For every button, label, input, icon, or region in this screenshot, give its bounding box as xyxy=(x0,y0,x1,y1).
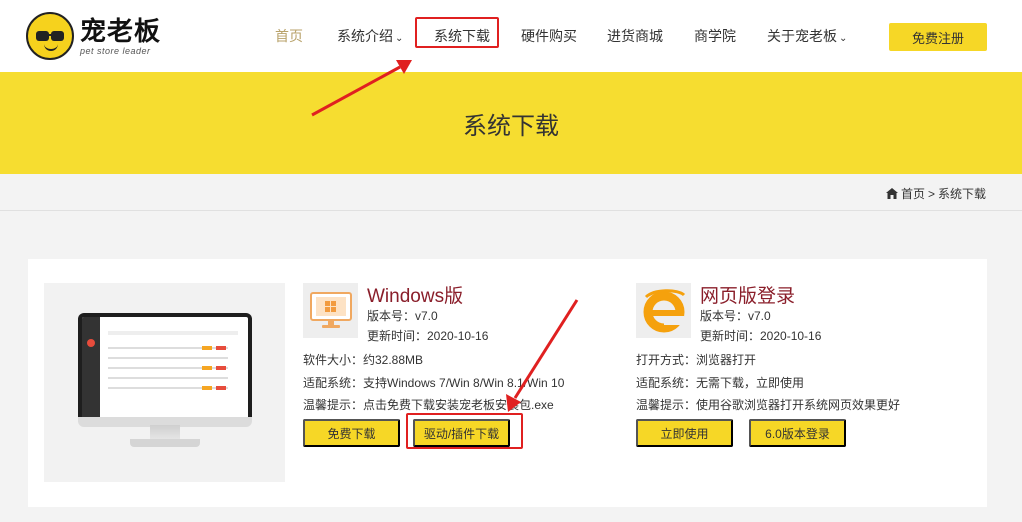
nav-item-about[interactable]: 关于宠老板 ⌄ xyxy=(767,26,847,46)
use-now-button[interactable]: 立即使用 xyxy=(636,419,733,447)
page-banner: 系统下载 xyxy=(0,72,1022,174)
breadcrumb: 首页 > 系统下载 xyxy=(885,185,986,202)
chevron-down-icon: ⌄ xyxy=(839,33,848,44)
windows-monitor-icon xyxy=(303,283,358,338)
ie-browser-icon xyxy=(636,283,691,338)
web-compat: 适配系统：无需下载，立即使用 xyxy=(636,376,805,390)
nav-item-label: 关于宠老板 xyxy=(767,28,837,44)
windows-updated: 更新时间：2020-10-16 xyxy=(367,329,489,343)
windows-tip: 温馨提示：点击免费下载安装宠老板安装包.exe xyxy=(303,398,554,412)
brand-logo[interactable]: 宠老板 pet store leader xyxy=(26,11,176,61)
software-preview-image xyxy=(44,283,285,482)
web-tip: 温馨提示：使用谷歌浏览器打开系统网页效果更好 xyxy=(636,398,901,412)
annotation-box-nav xyxy=(415,17,499,48)
brand-title: 宠老板 xyxy=(80,16,162,46)
nav-item-academy[interactable]: 商学院 xyxy=(694,26,736,46)
windows-compat: 适配系统：支持Windows 7/Win 8/Win 8.1/Win 10 xyxy=(303,376,565,390)
monitor-illustration xyxy=(78,313,252,425)
site-header: 宠老板 pet store leader 首页 系统介绍 ⌄ 系统下载 硬件购买 … xyxy=(0,0,1022,72)
windows-title: Windows版 xyxy=(367,286,464,307)
brand-text: 宠老板 pet store leader xyxy=(80,16,161,56)
web-title: 网页版登录 xyxy=(700,286,796,307)
nav-item-label: 系统介绍 xyxy=(337,28,393,44)
breadcrumb-separator: > xyxy=(927,186,935,201)
v6-login-button[interactable]: 6.0版本登录 xyxy=(749,419,846,447)
nav-item-wholesale-mall[interactable]: 进货商城 xyxy=(607,26,663,46)
web-open-method: 打开方式：浏览器打开 xyxy=(636,353,757,367)
free-download-button[interactable]: 免费下载 xyxy=(303,419,400,447)
web-updated: 更新时间：2020-10-16 xyxy=(700,329,822,343)
download-card: Windows版 版本号：v7.0 更新时间：2020-10-16 软件大小：约… xyxy=(28,259,987,507)
nav-item-system-intro[interactable]: 系统介绍 ⌄ xyxy=(337,26,403,46)
home-icon xyxy=(885,188,898,199)
page-title: 系统下载 xyxy=(463,112,559,140)
breadcrumb-current: 系统下载 xyxy=(937,187,986,201)
breadcrumb-bar: 首页 > 系统下载 xyxy=(0,174,1022,211)
nav-item-hardware[interactable]: 硬件购买 xyxy=(521,26,577,46)
nav-item-home[interactable]: 首页 xyxy=(275,26,303,46)
windows-version: 版本号：v7.0 xyxy=(367,309,438,323)
brand-subtitle: pet store leader xyxy=(80,46,151,56)
register-button[interactable]: 免费注册 xyxy=(889,23,987,51)
chevron-down-icon: ⌄ xyxy=(395,33,404,44)
windows-size: 软件大小：约32.88MB xyxy=(303,353,424,367)
breadcrumb-home[interactable]: 首页 xyxy=(901,185,925,202)
panda-mascot-icon xyxy=(26,12,74,60)
web-version: 版本号：v7.0 xyxy=(700,309,771,323)
annotation-box-driver xyxy=(406,413,523,449)
